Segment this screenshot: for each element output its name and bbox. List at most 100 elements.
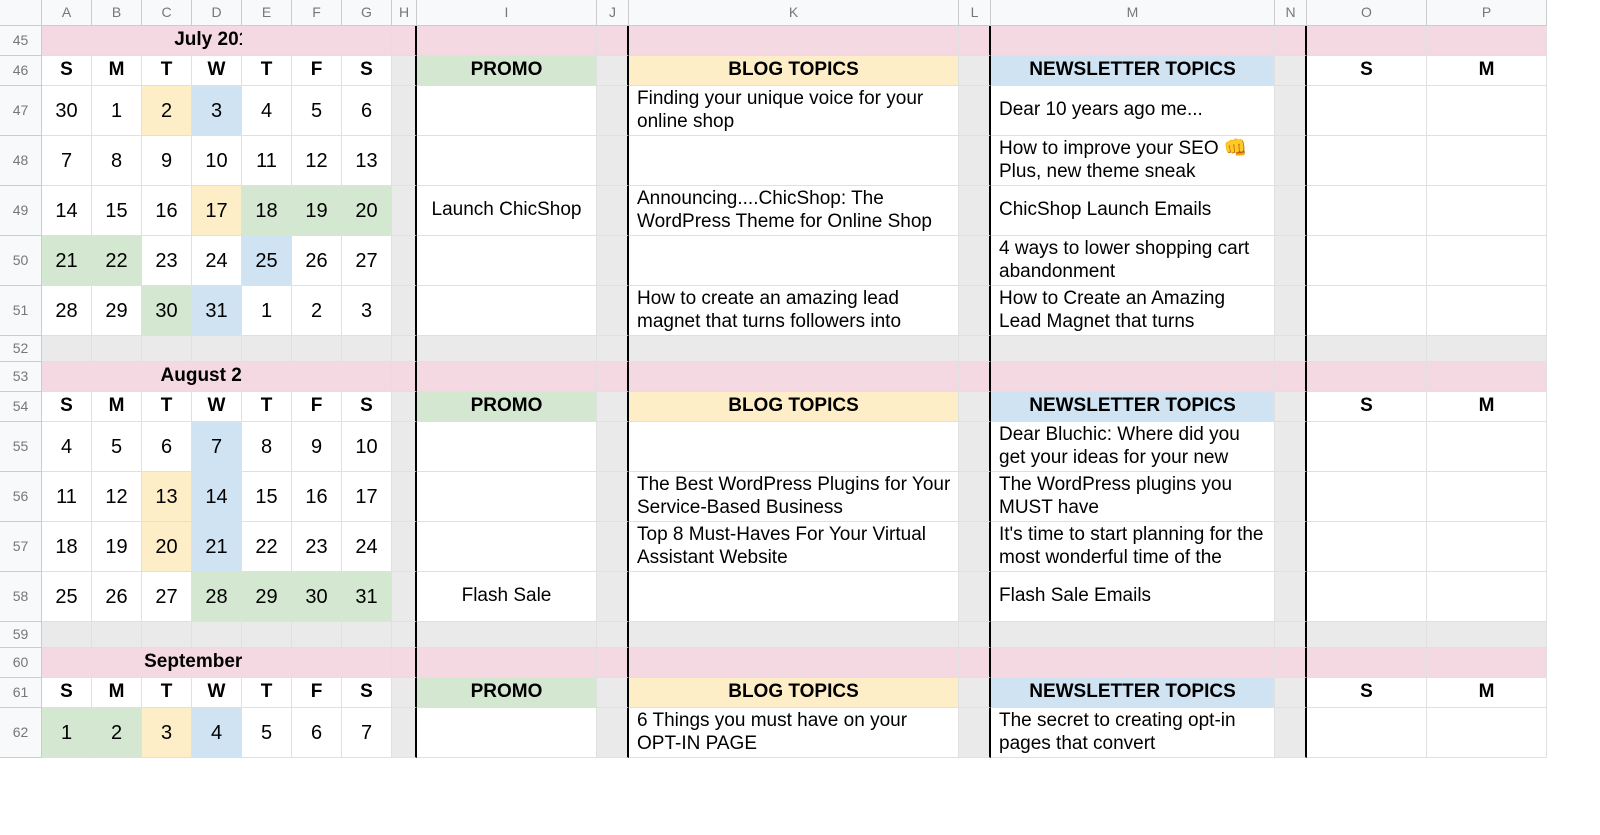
col-header-G[interactable]: G <box>342 0 392 26</box>
cell[interactable] <box>1275 362 1307 392</box>
col-header-M[interactable]: M <box>991 0 1275 26</box>
cell[interactable] <box>629 336 959 362</box>
row-header-56[interactable]: 56 <box>0 472 42 522</box>
calendar-day[interactable]: 31 <box>342 572 392 622</box>
cell[interactable] <box>392 392 417 422</box>
promo-cell[interactable] <box>417 136 597 186</box>
calendar-day[interactable]: 17 <box>342 472 392 522</box>
cell[interactable] <box>392 286 417 336</box>
cell[interactable] <box>417 622 597 648</box>
col-header-F[interactable]: F <box>292 0 342 26</box>
col-header-E[interactable]: E <box>242 0 292 26</box>
cell[interactable] <box>959 336 991 362</box>
col-header-P[interactable]: P <box>1427 0 1547 26</box>
calendar-day[interactable]: 11 <box>242 136 292 186</box>
promo-cell[interactable] <box>417 708 597 758</box>
calendar-day[interactable]: 15 <box>92 186 142 236</box>
cell[interactable] <box>597 136 629 186</box>
cell[interactable] <box>1427 336 1547 362</box>
cell[interactable] <box>1427 648 1547 678</box>
cell[interactable] <box>1427 708 1547 758</box>
col-header-B[interactable]: B <box>92 0 142 26</box>
calendar-day[interactable]: 7 <box>42 136 92 186</box>
row-header-47[interactable]: 47 <box>0 86 42 136</box>
calendar-day[interactable]: 2 <box>142 86 192 136</box>
row-header-48[interactable]: 48 <box>0 136 42 186</box>
calendar-day[interactable]: 7 <box>192 422 242 472</box>
cell[interactable] <box>629 648 959 678</box>
calendar-day[interactable]: 19 <box>92 522 142 572</box>
cell[interactable] <box>1275 56 1307 86</box>
cell[interactable] <box>629 362 959 392</box>
cell[interactable] <box>42 336 92 362</box>
cell[interactable] <box>1307 622 1427 648</box>
cell[interactable] <box>392 86 417 136</box>
cell[interactable] <box>1275 572 1307 622</box>
promo-cell[interactable] <box>417 472 597 522</box>
calendar-day[interactable]: 14 <box>192 472 242 522</box>
row-header-49[interactable]: 49 <box>0 186 42 236</box>
calendar-day[interactable]: 20 <box>142 522 192 572</box>
calendar-day[interactable]: 29 <box>92 286 142 336</box>
cell[interactable] <box>1307 136 1427 186</box>
promo-cell[interactable] <box>417 522 597 572</box>
cell[interactable] <box>597 522 629 572</box>
cell[interactable] <box>1307 708 1427 758</box>
col-header-C[interactable]: C <box>142 0 192 26</box>
calendar-day[interactable]: 23 <box>142 236 192 286</box>
cell[interactable] <box>1427 422 1547 472</box>
cell[interactable] <box>959 86 991 136</box>
col-header-A[interactable]: A <box>42 0 92 26</box>
newsletter-cell[interactable]: The secret to creating opt-in pages that… <box>991 708 1275 758</box>
cell[interactable] <box>597 708 629 758</box>
calendar-day[interactable]: 12 <box>292 136 342 186</box>
calendar-day[interactable]: 5 <box>292 86 342 136</box>
cell[interactable] <box>392 678 417 708</box>
cell[interactable] <box>1307 236 1427 286</box>
calendar-day[interactable]: 4 <box>42 422 92 472</box>
cell[interactable] <box>959 472 991 522</box>
row-header-60[interactable]: 60 <box>0 648 42 678</box>
blog-cell[interactable]: How to create an amazing lead magnet tha… <box>629 286 959 336</box>
calendar-day[interactable]: 10 <box>342 422 392 472</box>
cell[interactable] <box>1427 572 1547 622</box>
calendar-day[interactable]: 6 <box>142 422 192 472</box>
cell[interactable] <box>597 422 629 472</box>
calendar-day[interactable]: 18 <box>242 186 292 236</box>
col-header-O[interactable]: O <box>1307 0 1427 26</box>
row-header-45[interactable]: 45 <box>0 26 42 56</box>
calendar-day[interactable]: 21 <box>42 236 92 286</box>
cell[interactable] <box>392 136 417 186</box>
cell[interactable] <box>292 622 342 648</box>
cell[interactable] <box>1275 86 1307 136</box>
calendar-day[interactable]: 3 <box>142 708 192 758</box>
cell[interactable] <box>959 286 991 336</box>
cell[interactable] <box>1275 286 1307 336</box>
cell[interactable] <box>1307 86 1427 136</box>
cell[interactable] <box>1427 236 1547 286</box>
row-header-61[interactable]: 61 <box>0 678 42 708</box>
cell[interactable] <box>959 708 991 758</box>
calendar-day[interactable]: 29 <box>242 572 292 622</box>
row-header-59[interactable]: 59 <box>0 622 42 648</box>
cell[interactable] <box>629 26 959 56</box>
calendar-day[interactable]: 1 <box>42 708 92 758</box>
cell[interactable] <box>597 678 629 708</box>
cell[interactable] <box>417 336 597 362</box>
calendar-day[interactable]: 25 <box>42 572 92 622</box>
cell[interactable] <box>597 286 629 336</box>
calendar-day[interactable]: 6 <box>292 708 342 758</box>
calendar-day[interactable]: 23 <box>292 522 342 572</box>
calendar-day[interactable]: 18 <box>42 522 92 572</box>
cell[interactable] <box>1427 472 1547 522</box>
col-header-D[interactable]: D <box>192 0 242 26</box>
cell[interactable] <box>242 622 292 648</box>
cell[interactable] <box>392 362 417 392</box>
cell[interactable] <box>1275 422 1307 472</box>
row-header-54[interactable]: 54 <box>0 392 42 422</box>
cell[interactable] <box>392 622 417 648</box>
row-header-50[interactable]: 50 <box>0 236 42 286</box>
cell[interactable] <box>392 236 417 286</box>
cell[interactable] <box>392 472 417 522</box>
blog-cell[interactable] <box>629 572 959 622</box>
